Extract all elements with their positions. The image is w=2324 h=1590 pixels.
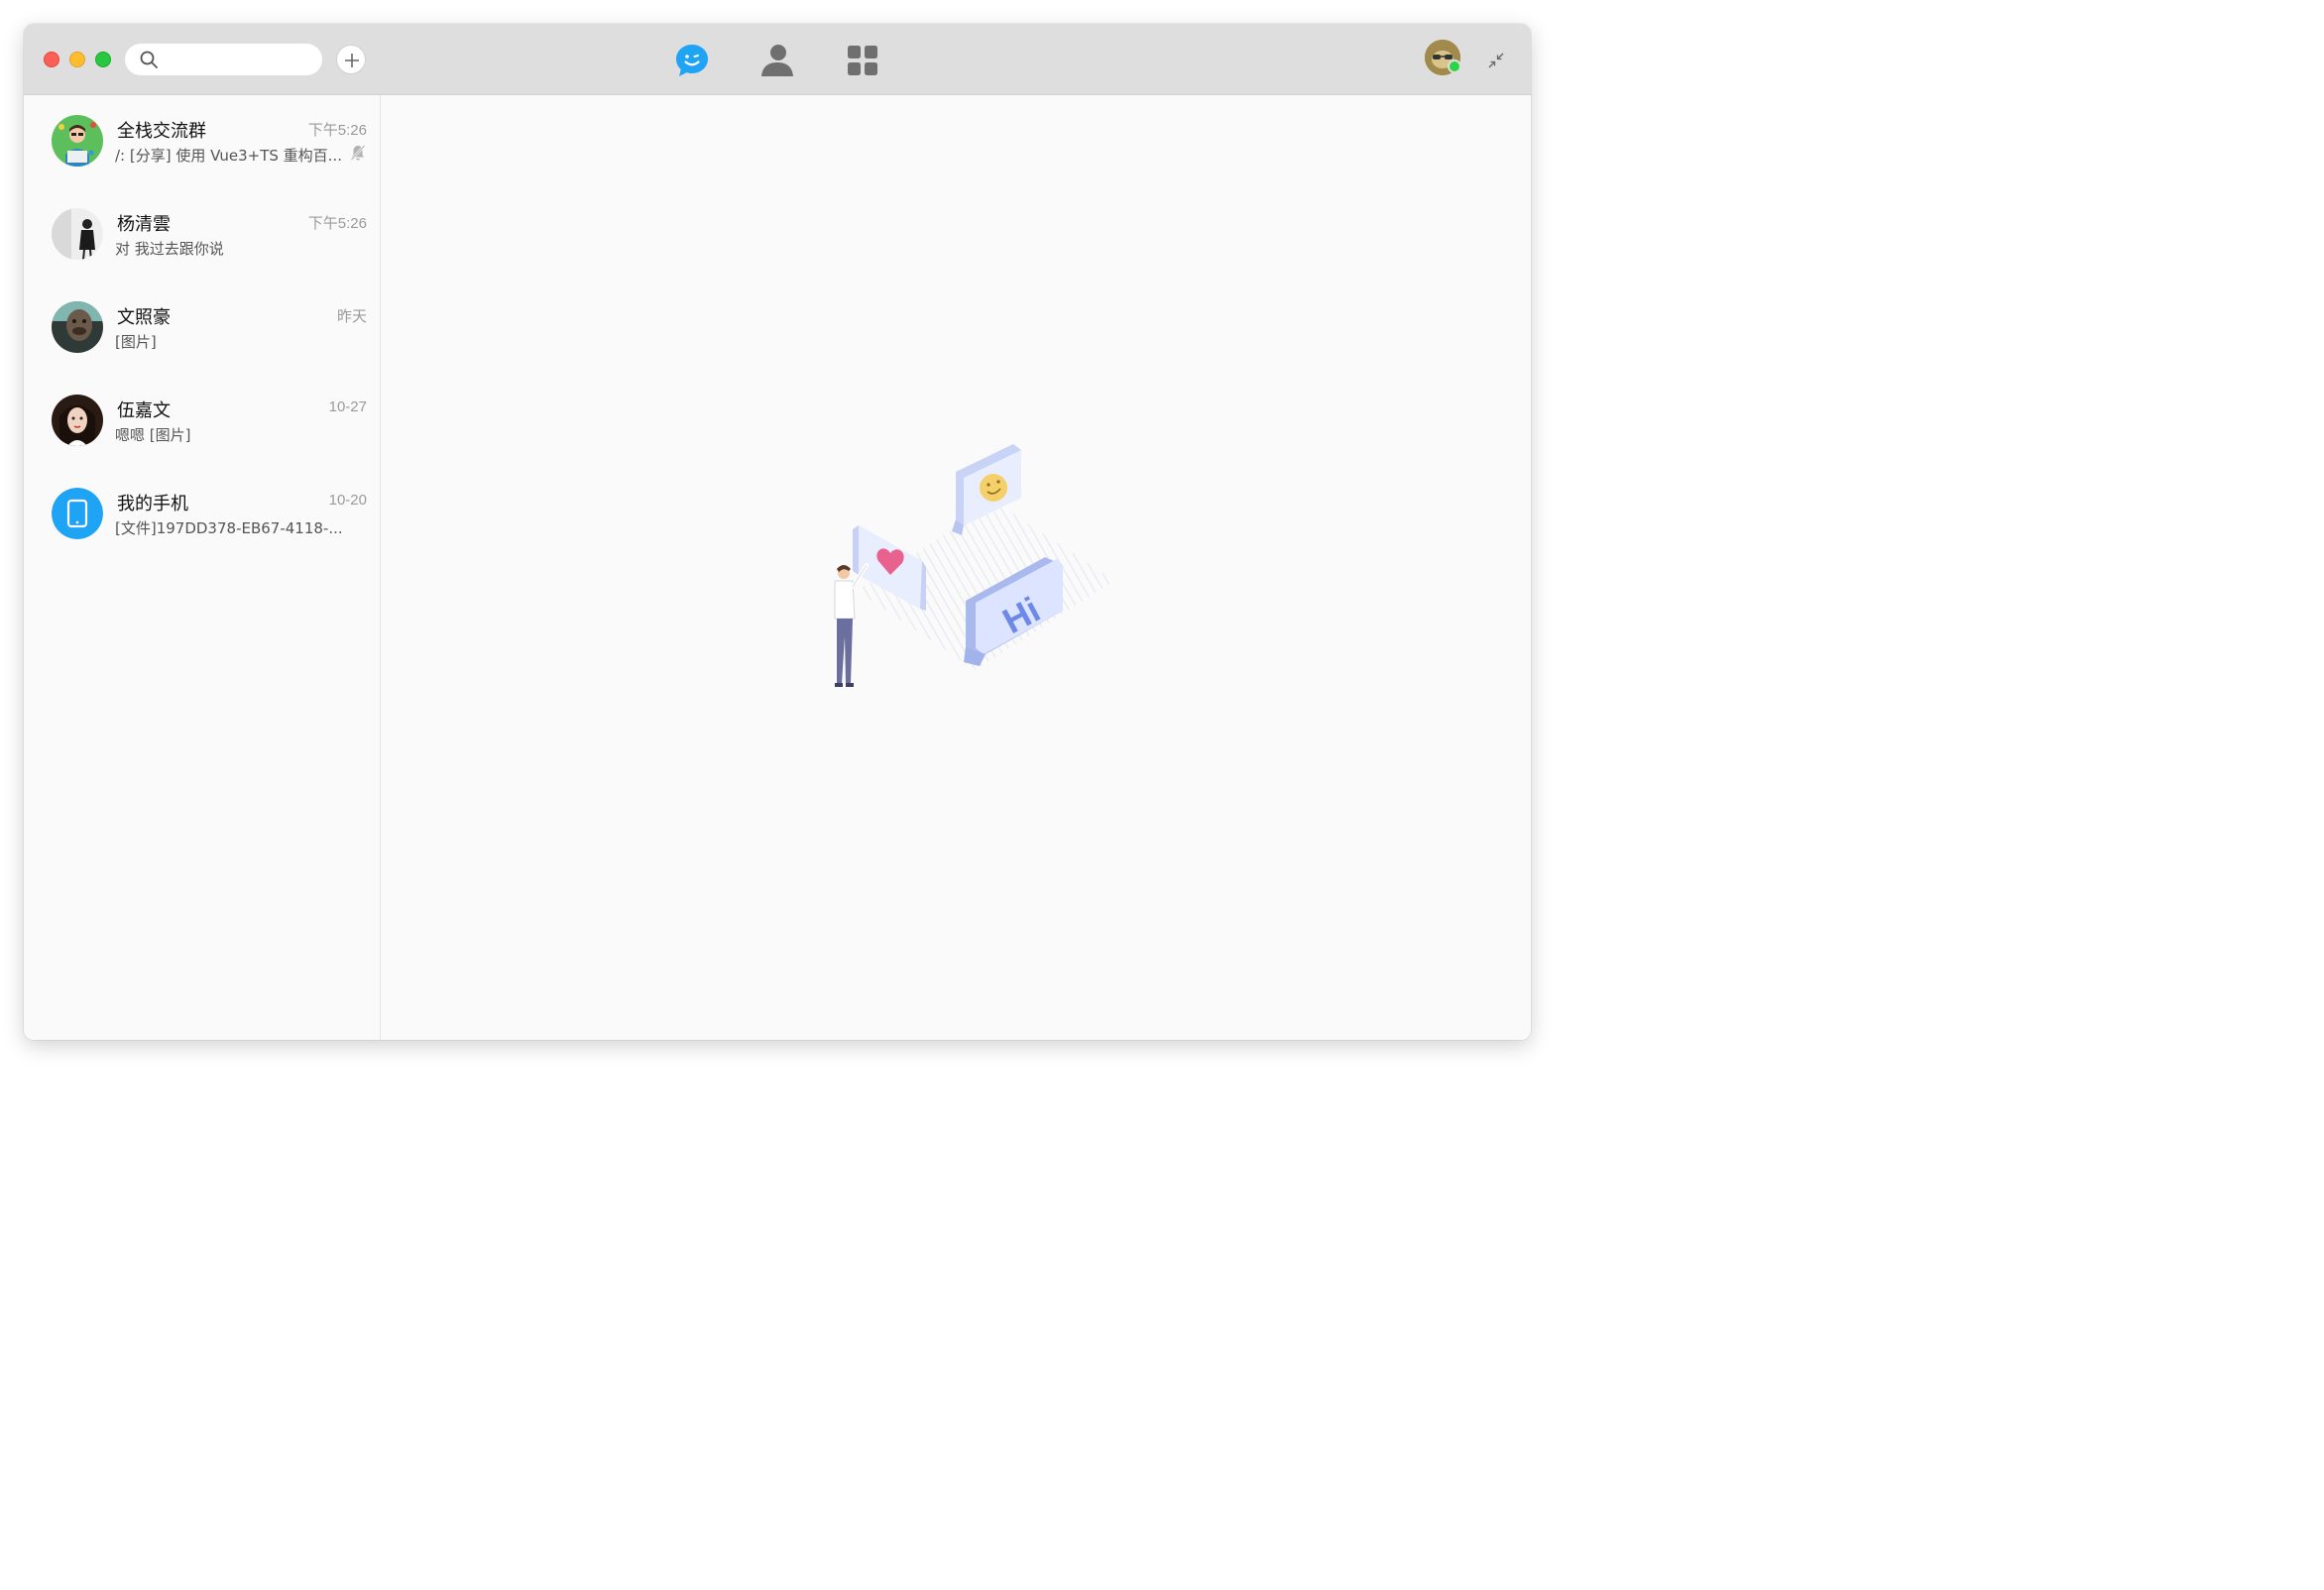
conversation-name: 我的手机 — [117, 494, 188, 514]
search-input[interactable] — [165, 48, 317, 73]
mute-bell-icon — [350, 145, 366, 161]
conversation-item[interactable]: 杨清雲 下午5:26 对 我过去跟你说 — [24, 188, 381, 282]
conversation-preview: [文件]197DD378-EB67-4118-... — [115, 519, 343, 537]
conversation-name: 文照豪 — [117, 307, 171, 328]
search-icon — [140, 51, 158, 68]
person-icon[interactable] — [757, 41, 797, 80]
conversation-item[interactable]: 全栈交流群 下午5:26 /: [分享] 使用 Vue3+TS 重构百... — [24, 95, 381, 188]
search-box[interactable] — [125, 44, 322, 75]
conversation-preview: [图片] — [115, 333, 157, 351]
grid-icon[interactable] — [843, 41, 882, 80]
conversation-item[interactable]: 伍嘉文 10-27 嗯嗯 [图片] — [24, 375, 381, 468]
shrink-window-icon[interactable] — [1485, 50, 1507, 71]
conversation-time: 下午5:26 — [307, 122, 367, 139]
person-photo-icon — [52, 395, 103, 446]
conversation-time: 昨天 — [336, 308, 367, 325]
conversation-name: 伍嘉文 — [117, 400, 171, 421]
close-window-button[interactable] — [44, 52, 59, 67]
conversation-name: 全栈交流群 — [117, 121, 206, 142]
title-bar — [24, 24, 1531, 95]
conversation-name: 杨清雲 — [117, 214, 171, 235]
avatar — [52, 208, 103, 260]
conversation-preview: 对 我过去跟你说 — [115, 240, 224, 258]
phone-device-icon — [52, 488, 103, 539]
add-button[interactable] — [336, 45, 366, 74]
person-figure-icon — [834, 563, 869, 687]
conversation-time: 10-27 — [328, 398, 367, 415]
avatar — [52, 395, 103, 446]
avatar — [52, 488, 103, 539]
conversation-item[interactable]: 文照豪 昨天 [图片] — [24, 282, 381, 375]
plus-icon — [345, 54, 359, 67]
chat-bubble-icon[interactable] — [672, 41, 712, 80]
person-photo-icon — [52, 301, 103, 353]
conversation-time: 下午5:26 — [307, 215, 367, 232]
avatar — [52, 115, 103, 167]
conversation-time: 10-20 — [328, 492, 367, 509]
chat-panel-empty: Hi — [381, 95, 1531, 1040]
group-avatar-icon — [52, 115, 103, 167]
conversation-item[interactable]: 我的手机 10-20 [文件]197DD378-EB67-4118-... — [24, 468, 381, 561]
maximize-window-button[interactable] — [95, 52, 111, 67]
person-photo-icon — [52, 208, 103, 260]
conversation-preview: 嗯嗯 [图片] — [115, 426, 191, 444]
avatar — [52, 301, 103, 353]
online-status-indicator — [1448, 59, 1461, 73]
empty-state-illustration: Hi — [834, 444, 1114, 687]
conversation-list: 全栈交流群 下午5:26 /: [分享] 使用 Vue3+TS 重构百... 杨… — [24, 95, 381, 1040]
conversation-preview: /: [分享] 使用 Vue3+TS 重构百... — [115, 147, 342, 165]
minimize-window-button[interactable] — [69, 52, 85, 67]
app-window: 全栈交流群 下午5:26 /: [分享] 使用 Vue3+TS 重构百... 杨… — [24, 24, 1531, 1040]
